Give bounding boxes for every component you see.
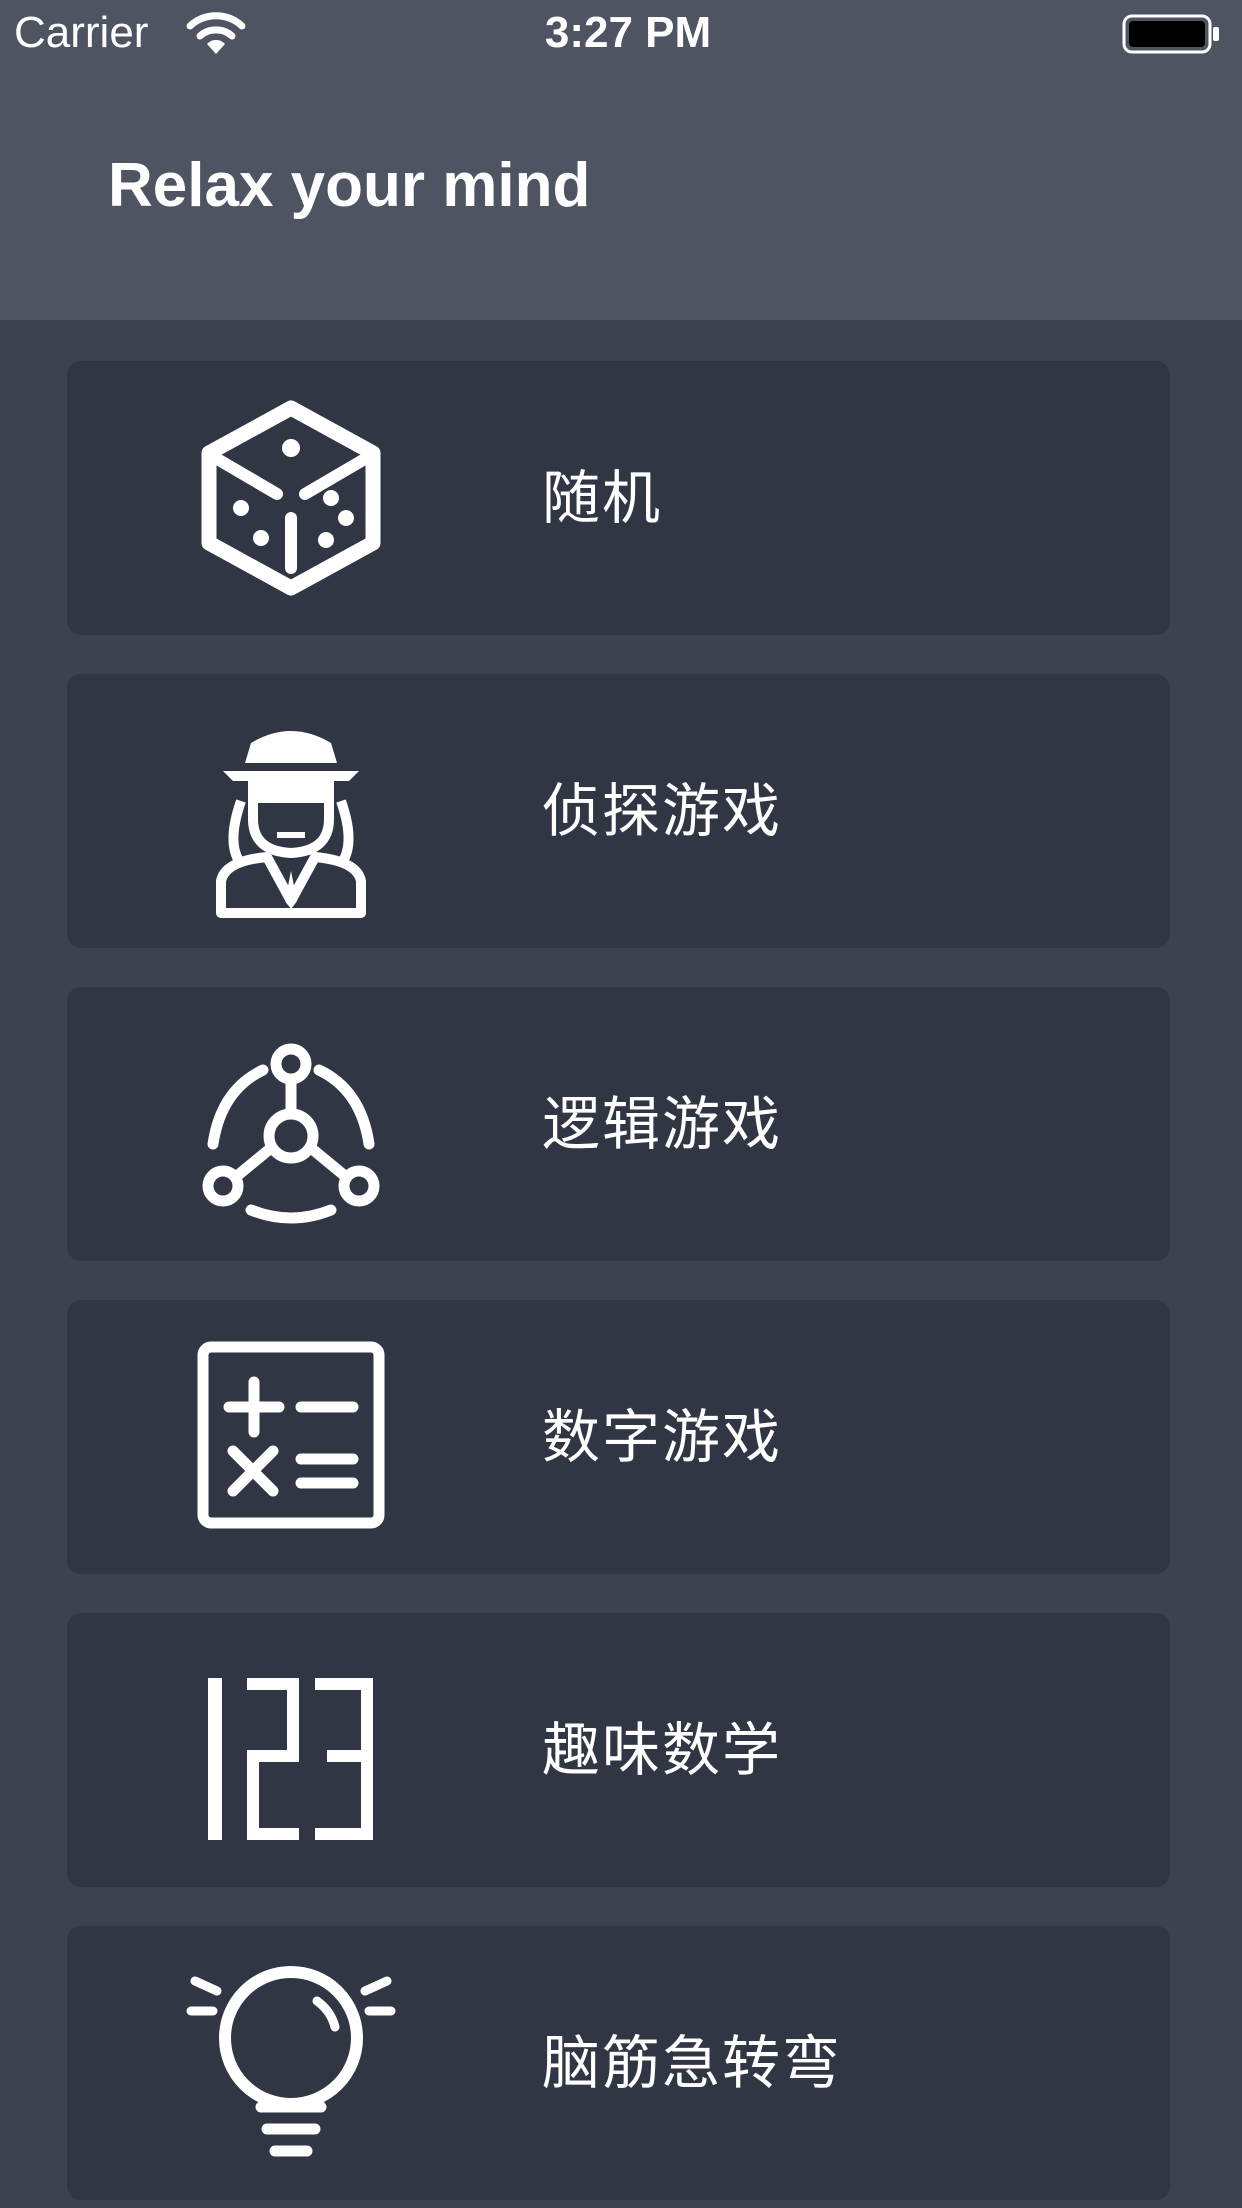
header-bar: Carrier 3:27 PM Relax your mind: [0, 0, 1242, 320]
page-title: Relax your mind: [108, 151, 591, 220]
dice-icon: [181, 388, 401, 608]
menu-item-label: 脑筋急转弯: [542, 2029, 843, 2097]
menu-item-logic-game[interactable]: 逻辑游戏: [67, 987, 1170, 1261]
battery-icon: [1122, 12, 1222, 56]
menu-item-label: 趣味数学: [542, 1716, 783, 1784]
menu-item-brain-teaser[interactable]: 脑筋急转弯: [67, 1926, 1170, 2200]
calculator-icon: [181, 1327, 401, 1547]
menu-item-label: 随机: [542, 464, 663, 532]
menu-item-number-game[interactable]: 数字游戏: [67, 1300, 1170, 1574]
menu-item-label: 数字游戏: [542, 1403, 783, 1471]
status-time: 3:27 PM: [544, 8, 712, 57]
detective-icon: [181, 701, 401, 921]
menu-item-label: 侦探游戏: [542, 777, 783, 845]
menu-item-detective-game[interactable]: 侦探游戏: [67, 674, 1170, 948]
digits-123-icon: [181, 1640, 401, 1860]
logic-network-icon: [181, 1014, 401, 1234]
lightbulb-icon: [181, 1953, 401, 2173]
menu-item-label: 逻辑游戏: [542, 1090, 783, 1158]
menu-item-random[interactable]: 随机: [67, 361, 1170, 635]
menu-item-fun-math[interactable]: 趣味数学: [67, 1613, 1170, 1887]
status-bar: Carrier 3:27 PM: [0, 0, 1242, 66]
